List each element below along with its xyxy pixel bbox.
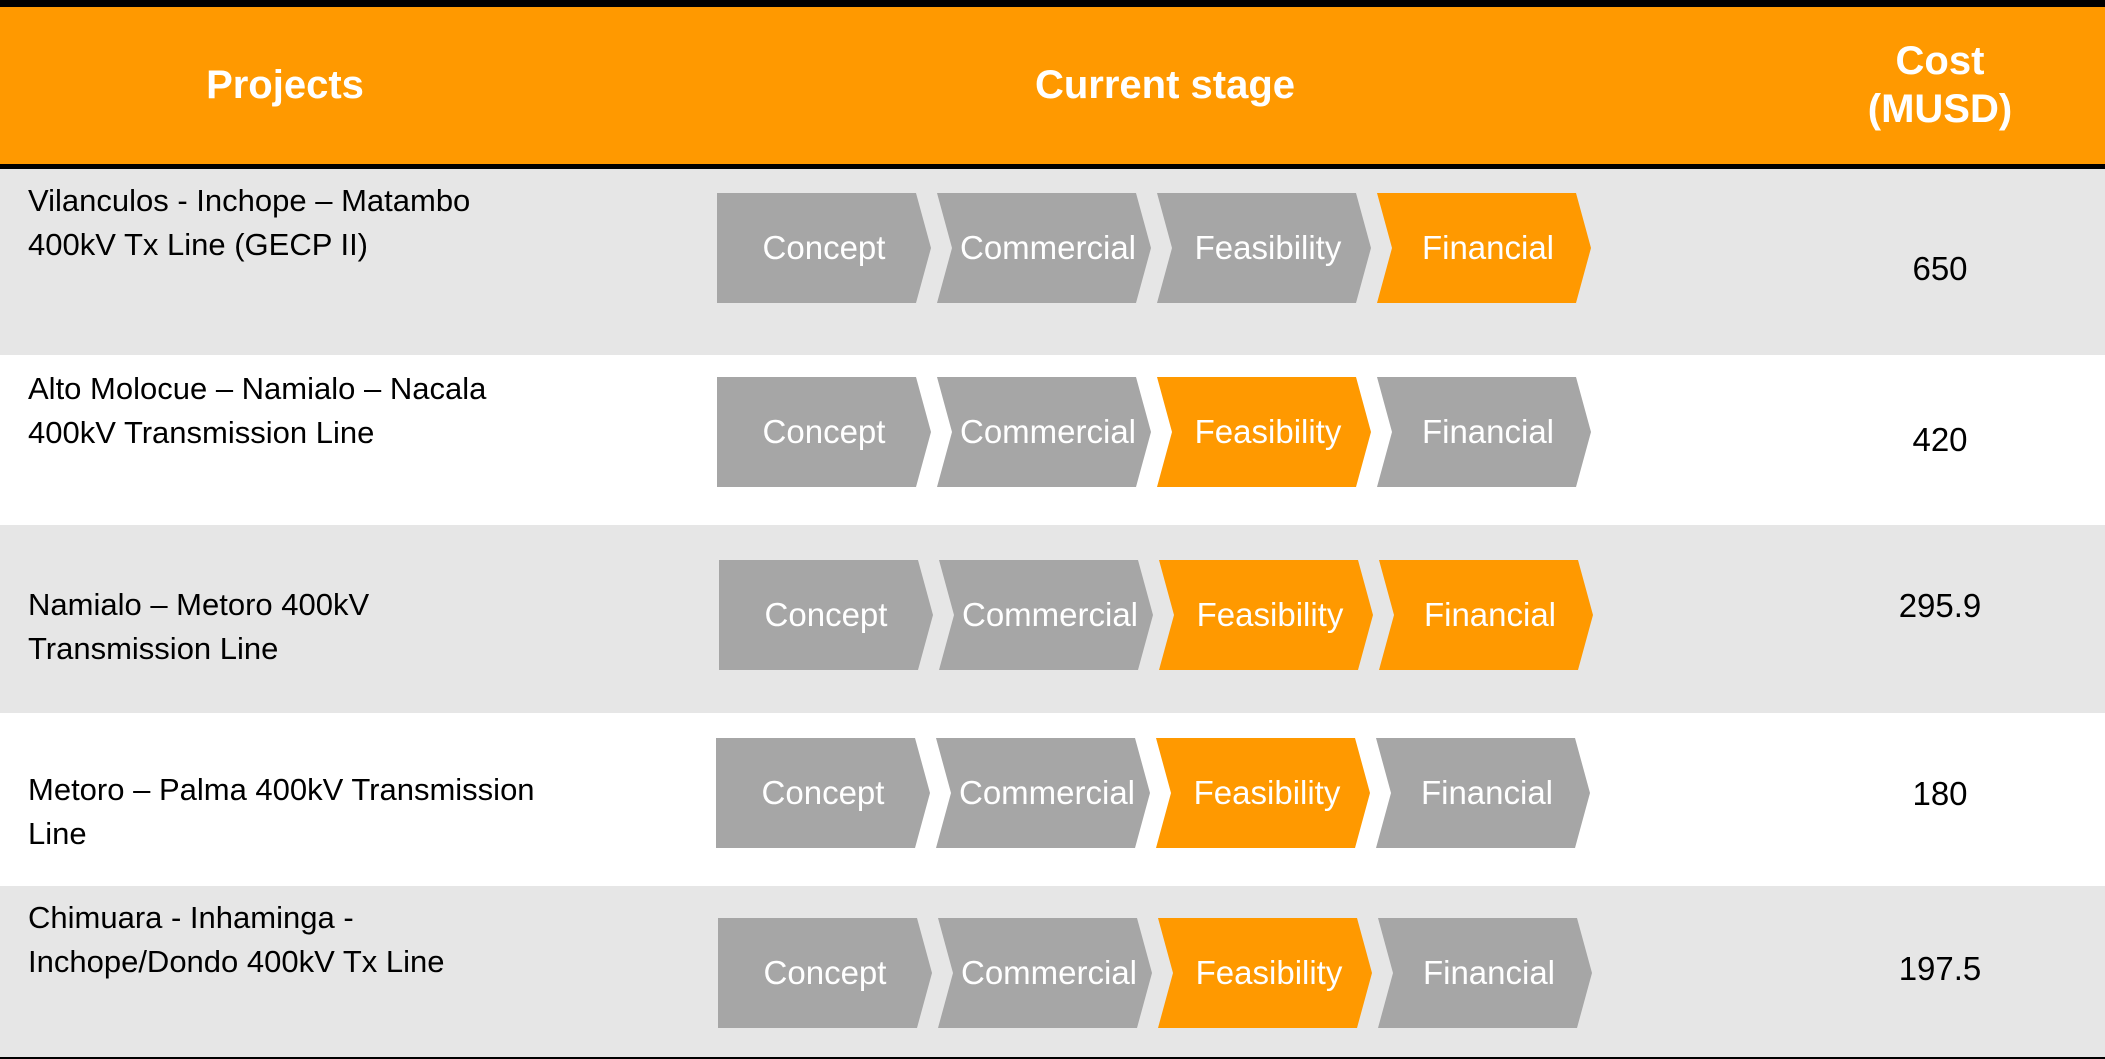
cost-header-line2: (MUSD) [1867, 86, 2013, 131]
table-row: Namialo – Metoro 400kV Transmission Line… [0, 525, 2105, 713]
stage-concept: Concept [717, 193, 931, 303]
cost-value: 197.5 [1898, 950, 1982, 987]
table-row: Metoro – Palma 400kV Transmission Line C… [0, 713, 2105, 886]
stage-feasibility: Feasibility [1157, 193, 1371, 303]
top-border [0, 0, 2105, 7]
stage-commercial: Commercial [938, 918, 1152, 1028]
stage-feasibility: Feasibility [1159, 560, 1373, 670]
table-row: Vilanculos - Inchope – Matambo 400kV Tx … [0, 169, 2105, 355]
stage-concept: Concept [717, 377, 931, 487]
cost-value: 420 [1912, 421, 1968, 458]
cost-header-line1: Cost [1895, 39, 1985, 84]
stage-concept: Concept [718, 918, 932, 1028]
stage-progress: Concept Commercial Feasibility Financial [716, 738, 1596, 848]
stage-financial: Financial [1377, 377, 1591, 487]
project-name: Vilanculos - Inchope – Matambo 400kV Tx … [28, 183, 471, 262]
project-name: Chimuara - Inhaminga - Inchope/Dondo 400… [28, 900, 445, 979]
cost-value: 650 [1912, 250, 1968, 287]
stage-financial: Financial [1376, 738, 1590, 848]
cost-column-header: Cost (MUSD) [1830, 7, 2050, 164]
projects-column-header: Projects [206, 62, 364, 107]
stage-feasibility: Feasibility [1156, 738, 1370, 848]
stage-feasibility: Feasibility [1158, 918, 1372, 1028]
stage-progress: Concept Commercial Feasibility Financial [717, 377, 1597, 487]
stage-financial: Financial [1379, 560, 1593, 670]
stage-progress: Concept Commercial Feasibility Financial [719, 560, 1599, 670]
cost-value: 295.9 [1898, 587, 1982, 624]
current-stage-column-header: Current stage [1034, 62, 1296, 107]
cost-value: 180 [1912, 775, 1968, 812]
table-header: Projects Current stage Cost (MUSD) [0, 7, 2105, 164]
project-name: Namialo – Metoro 400kV Transmission Line [28, 587, 370, 666]
stage-commercial: Commercial [939, 560, 1153, 670]
table-row: Alto Molocue – Namialo – Nacala 400kV Tr… [0, 355, 2105, 525]
table-row: Chimuara - Inhaminga - Inchope/Dondo 400… [0, 886, 2105, 1057]
stage-financial: Financial [1378, 918, 1592, 1028]
project-name: Metoro – Palma 400kV Transmission Line [28, 772, 535, 851]
stage-progress: Concept Commercial Feasibility Financial [718, 918, 1598, 1028]
stage-commercial: Commercial [937, 193, 1151, 303]
stage-feasibility: Feasibility [1157, 377, 1371, 487]
stage-commercial: Commercial [937, 377, 1151, 487]
stage-commercial: Commercial [936, 738, 1150, 848]
stage-concept: Concept [719, 560, 933, 670]
project-name: Alto Molocue – Namialo – Nacala 400kV Tr… [28, 371, 487, 450]
stage-concept: Concept [716, 738, 930, 848]
stage-progress: Concept Commercial Feasibility Financial [717, 193, 1597, 303]
stage-financial: Financial [1377, 193, 1591, 303]
